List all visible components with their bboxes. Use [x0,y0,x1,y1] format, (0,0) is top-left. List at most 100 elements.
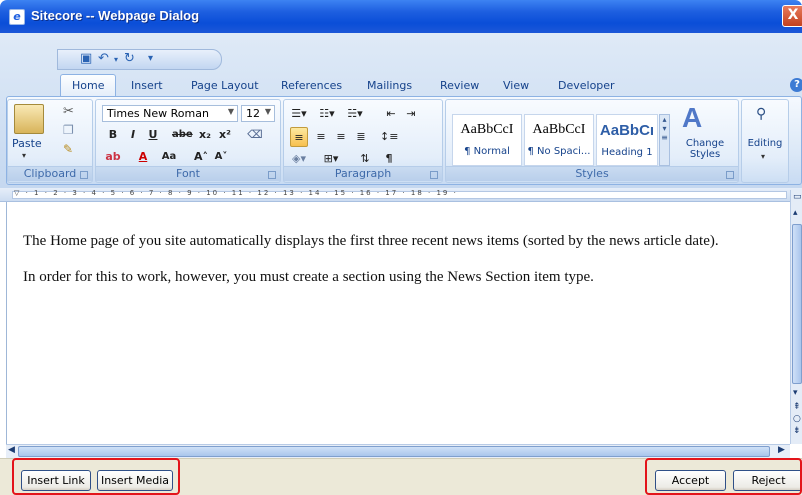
font-group-label: Font [96,166,280,181]
tab-insert[interactable]: Insert [131,79,163,92]
multilevel-list-icon[interactable]: ☵▾ [346,104,364,124]
view-ruler-icon[interactable]: ▭ [793,192,802,202]
document-paragraph[interactable]: The Home page of you site automatically … [23,233,719,250]
strikethrough-button[interactable]: abe [172,125,193,145]
cut-icon[interactable]: ✂ [63,104,74,119]
styles-launcher-icon[interactable] [726,171,734,179]
editing-button[interactable]: Editing [742,138,788,149]
font-color-icon[interactable]: A [134,147,152,167]
decrease-indent-icon[interactable]: ⇤ [382,104,400,124]
ribbon-area: ▣ ↶ ▾ ↻ ▾ Home Insert Page Layout Refere… [0,33,802,188]
style-sample: AaBbCcI [532,122,586,137]
horizontal-scroll-thumb[interactable] [18,446,770,457]
document-paragraph[interactable]: In order for this to work, however, you … [23,269,594,286]
line-spacing-icon[interactable]: ↕≡ [380,127,398,147]
editing-group: ⚲ Editing ▾ [741,99,789,183]
redo-icon[interactable]: ↻ [124,51,135,66]
bold-button[interactable]: B [104,125,122,145]
change-case-button[interactable]: Aa [160,147,178,167]
save-icon[interactable]: ▣ [80,51,92,66]
tab-review[interactable]: Review [440,79,479,92]
insert-media-button[interactable]: Insert Media [97,470,173,491]
italic-button[interactable]: I [124,125,142,145]
vertical-scrollbar[interactable]: ▭ ▴ ▾ ⇞ ○ ⇟ [790,190,802,444]
dialog-footer: Insert Link Insert Media Accept Reject [0,458,802,495]
clear-formatting-icon[interactable]: ⌫ [246,125,264,145]
align-center-icon[interactable]: ≡ [312,127,330,147]
increase-indent-icon[interactable]: ⇥ [402,104,420,124]
close-icon[interactable]: X [782,5,802,27]
help-icon[interactable]: ? [790,78,802,92]
format-painter-icon[interactable]: ✎ [63,142,73,156]
scroll-right-icon[interactable]: ▶ [778,445,785,455]
undo-icon[interactable]: ↶ [98,51,109,66]
style-name: Heading 1 [601,147,653,158]
subscript-button[interactable]: x₂ [196,125,214,145]
tab-developer[interactable]: Developer [558,79,615,92]
chevron-down-icon[interactable]: ▾ [761,152,765,161]
style-no-spacing[interactable]: AaBbCcI ¶ No Spaci... [524,114,594,166]
style-name: ¶ No Spaci... [527,146,591,157]
copy-icon[interactable]: ❐ [63,123,74,137]
window-title: Sitecore -- Webpage Dialog [31,8,200,23]
tab-references[interactable]: References [281,79,342,92]
paragraph-launcher-icon[interactable] [430,171,438,179]
undo-dropdown-icon[interactable]: ▾ [114,55,118,64]
superscript-button[interactable]: x² [216,125,234,145]
customize-qat-icon[interactable]: ▾ [148,53,153,64]
scroll-down-icon[interactable]: ▾ [793,388,798,398]
select-browse-object-icon[interactable]: ○ [793,414,801,424]
paste-button[interactable]: Paste [12,137,42,150]
horizontal-scrollbar[interactable]: ◀ ▶ [6,444,790,458]
change-styles-button[interactable]: Change Styles [678,138,732,160]
tab-home[interactable]: Home [60,74,117,97]
styles-group: AaBbCcI ¶ Normal AaBbCcI ¶ No Spaci... A… [445,99,739,183]
styles-gallery-scroll[interactable]: ▴ ▾ ≡ [659,114,670,166]
accept-button[interactable]: Accept [655,470,726,491]
style-heading-1[interactable]: AaBbCı Heading 1 [596,114,658,166]
numbering-icon[interactable]: ☷▾ [318,104,336,124]
font-group: Times New Roman ▼ 12 ▼ B I U abe x₂ x² ⌫ a… [95,99,281,183]
scroll-left-icon[interactable]: ◀ [8,445,15,455]
quick-access-toolbar: ▣ ↶ ▾ ↻ ▾ [57,49,222,70]
underline-button[interactable]: U [144,125,162,145]
previous-page-icon[interactable]: ⇞ [793,402,801,412]
chevron-down-icon: ▼ [264,107,271,116]
chevron-down-icon: ▼ [227,107,234,116]
binoculars-icon: ⚲ [756,106,767,122]
style-normal[interactable]: AaBbCcI ¶ Normal [452,114,522,166]
vertical-scroll-thumb[interactable] [792,224,802,384]
clipboard-launcher-icon[interactable] [80,171,88,179]
styles-group-label: Styles [446,166,738,181]
paragraph-group: ☰▾ ☷▾ ☵▾ ⇤ ⇥ ≡ ≡ ≡ ≣ ↕≡ ◈▾ ⊞▾ ⇅ ¶ Paragr… [283,99,443,183]
highlight-color-icon[interactable]: ab [104,147,122,167]
scroll-up-icon[interactable]: ▴ [793,208,798,218]
font-size-value: 12 [246,107,260,120]
font-size-select[interactable]: 12 ▼ [241,105,275,122]
grow-font-button[interactable]: A˄ [192,147,210,167]
reject-button[interactable]: Reject [733,470,802,491]
change-styles-icon[interactable]: A [682,102,702,134]
next-page-icon[interactable]: ⇟ [793,426,801,436]
tab-page-layout[interactable]: Page Layout [191,79,259,92]
clipboard-group: Paste ▾ ✂ ❐ ✎ Clipboard [7,99,93,183]
paste-dropdown-icon[interactable]: ▾ [22,151,26,160]
justify-icon[interactable]: ≣ [352,127,370,147]
ruler-ticks: ▽ · 1 · 2 · 3 · 4 · 5 · 6 · 7 · 8 · 9 · … [14,189,458,197]
tab-mailings[interactable]: Mailings [367,79,412,92]
font-launcher-icon[interactable] [268,171,276,179]
document-editor[interactable]: The Home page of you site automatically … [6,202,790,444]
font-family-value: Times New Roman [107,107,209,120]
tab-view[interactable]: View [503,79,529,92]
font-family-select[interactable]: Times New Roman ▼ [102,105,238,122]
align-right-icon[interactable]: ≡ [332,127,350,147]
insert-link-button[interactable]: Insert Link [21,470,91,491]
ribbon-panel: Paste ▾ ✂ ❐ ✎ Clipboard Times New Roman ▼… [6,96,802,185]
shrink-font-button[interactable]: A˅ [212,147,230,167]
ie-page-icon: e [9,9,25,25]
style-sample: AaBbCcI [460,122,514,137]
align-left-icon[interactable]: ≡ [290,127,308,147]
bullets-icon[interactable]: ☰▾ [290,104,308,124]
horizontal-ruler[interactable]: ▽ · 1 · 2 · 3 · 4 · 5 · 6 · 7 · 8 · 9 · … [0,188,802,202]
style-name: ¶ Normal [464,146,510,157]
